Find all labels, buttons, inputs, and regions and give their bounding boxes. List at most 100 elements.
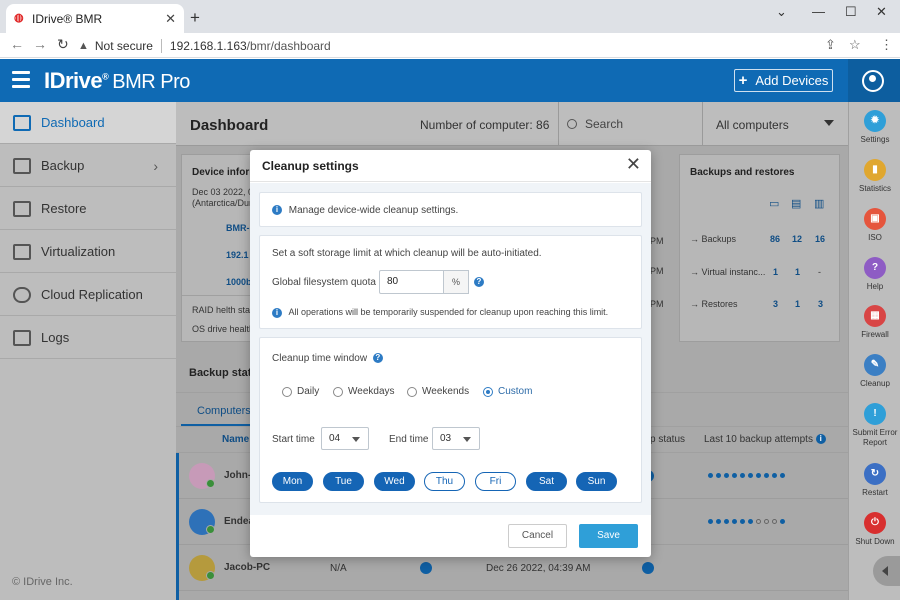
sidebar: Dashboard Backup › Restore Virtualizatio… [0,102,176,600]
radio-circle [407,386,417,397]
rail-iso[interactable]: ▣ ISO [849,208,900,243]
sidebar-item-dashboard[interactable]: Dashboard [0,102,176,144]
quota-input[interactable]: 80 [379,270,444,294]
rail-shutdown[interactable]: ⏻ Shut Down [849,512,900,547]
sidebar-item-cloud-replication[interactable]: Cloud Replication [0,274,176,316]
rail-label: Submit Error Report [852,428,898,447]
time-label: PM [650,236,664,246]
sidebar-item-restore[interactable]: Restore [0,188,176,230]
online-status-icon [206,479,215,488]
rail-help[interactable]: ? Help [849,257,900,292]
start-time-select[interactable]: 04 [321,427,369,450]
browser-tab-bar: ◍ IDrive® BMR ✕ + ⌄ — ☐ ✕ [0,0,900,33]
minimize-icon[interactable]: ⌄ [776,4,787,20]
time-window-panel: Cleanup time window ? Daily Weekdays Wee… [259,337,642,503]
day-toggle-thu[interactable]: Thu [424,472,465,491]
cancel-button[interactable]: Cancel [508,524,567,548]
rail-settings[interactable]: ✹ Settings [849,110,900,145]
reload-icon[interactable]: ↻ [57,36,69,53]
add-devices-button[interactable]: + Add Devices [734,69,833,92]
end-time-select[interactable]: 03 [432,427,480,450]
save-button[interactable]: Save [579,524,638,548]
sidebar-item-logs[interactable]: Logs [0,317,176,359]
radio-daily[interactable]: Daily [282,386,319,397]
rail-label: Statistics [858,184,891,193]
window-row: Cleanup time window ? [272,353,383,364]
back-icon[interactable]: ← [10,36,24,52]
day-toggle-mon[interactable]: Mon [272,472,313,491]
url-field[interactable]: ▲ Not secure 192.168.1.163 /bmr/dashboar… [78,35,798,56]
computer-filter-select[interactable]: All computers [716,118,789,132]
sidebar-item-label: Logs [41,330,70,345]
collapse-rail-icon[interactable] [873,556,900,586]
url-host: 192.168.1.163 [169,38,247,53]
logs-icon [13,329,31,346]
device-network: 1000b [226,277,252,287]
hamburger-menu-icon[interactable] [12,71,30,89]
monitor-icon: ▭ [769,198,780,210]
backup-count: 86 [770,234,781,244]
search-input[interactable]: Search [558,102,703,146]
dialog-header: Cleanup settings ✕ [250,150,651,182]
url-divider [160,38,162,53]
backup-count: 16 [815,234,826,244]
vm-count: - [818,267,821,277]
day-toggle-fri[interactable]: Fri [475,472,516,491]
backup-icon [13,157,31,174]
brand-reg: ® [102,71,109,82]
radio-label: Daily [297,386,320,397]
rail-label: ISO [868,233,882,242]
day-toggle-tue[interactable]: Tue [323,472,364,491]
day-toggle-sat[interactable]: Sat [526,472,567,491]
info-icon: i [815,434,826,445]
help-icon[interactable]: ? [372,353,383,364]
cleanup-icon: ✎ [864,354,886,376]
radio-circle [282,386,292,397]
share-icon[interactable]: ⇪ [825,37,836,53]
rail-firewall[interactable]: ▦ Firewall [849,305,900,340]
browser-tab[interactable]: ◍ IDrive® BMR ✕ [6,4,184,33]
cloud-icon [13,286,31,303]
backup-attempts [708,471,788,479]
maximize-icon[interactable]: ☐ [845,4,857,20]
error-report-icon: ! [864,403,886,425]
sidebar-item-backup[interactable]: Backup › [0,145,176,187]
quota-unit: % [444,270,469,294]
bookmark-star-icon[interactable]: ☆ [849,37,861,53]
radio-label: Weekdays [348,386,395,397]
radio-custom[interactable]: Custom [483,386,532,397]
chevron-down-icon[interactable] [824,120,834,126]
tab-computers[interactable]: Computers [197,405,251,417]
close-icon[interactable]: ✕ [626,155,641,173]
radio-label: Weekends [422,386,470,397]
rail-cleanup[interactable]: ✎ Cleanup [849,354,900,389]
tab-close-icon[interactable]: ✕ [165,11,176,27]
brand-logo: IDrive® BMR Pro [44,68,190,94]
new-tab-icon[interactable]: + [190,8,200,28]
col-name[interactable]: Name [222,434,249,445]
forward-icon[interactable]: → [33,36,47,52]
rail-statistics[interactable]: ▮ Statistics [849,159,900,194]
server-icon: ▤ [791,198,802,210]
radio-weekends[interactable]: Weekends [407,386,469,397]
minimize-window-icon[interactable]: — [812,4,825,19]
restore-count: 1 [795,299,801,309]
backup-status-title: Backup statu [189,367,259,379]
sidebar-item-virtualization[interactable]: Virtualization [0,231,176,273]
rail-error-report[interactable]: ! Submit Error Report [849,403,900,448]
device-ip: 192.1 [226,250,249,260]
help-icon: ? [864,257,886,279]
day-toggle-sun[interactable]: Sun [576,472,617,491]
last-backup-date: Dec 26 2022, 04:39 AM [486,563,591,574]
user-avatar-icon[interactable] [862,70,884,92]
rail-restart[interactable]: ↻ Restart [849,463,900,498]
day-toggle-wed[interactable]: Wed [374,472,415,491]
firewall-icon: ▦ [864,305,886,327]
help-icon[interactable]: ? [474,277,484,287]
close-window-icon[interactable]: ✕ [876,4,887,20]
vm-count: 1 [773,267,779,277]
browser-menu-icon[interactable]: ⋮ [880,37,893,53]
radio-weekdays[interactable]: Weekdays [333,386,395,397]
iso-icon: ▣ [864,208,886,230]
quota-panel: Set a soft storage limit at which cleanu… [259,235,642,329]
